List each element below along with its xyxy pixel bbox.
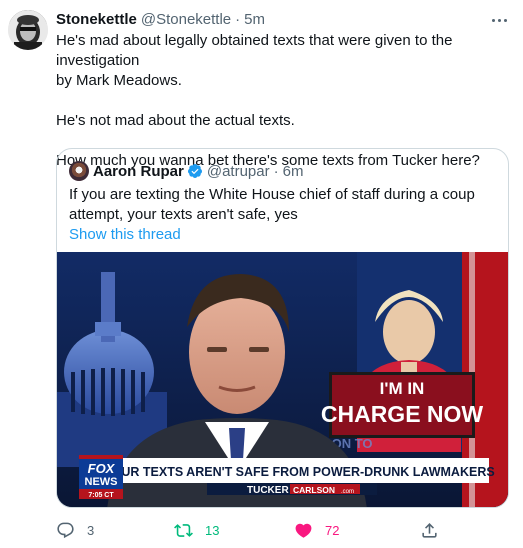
show-thread-link[interactable]: Show this thread xyxy=(69,225,181,245)
tweet-header: Stonekettle @Stonekettle · 5m xyxy=(56,10,509,30)
avatar[interactable] xyxy=(8,10,48,50)
logo-line-2: NEWS xyxy=(85,476,118,488)
reply-icon xyxy=(57,522,74,538)
news-broadcast-image: I'M IN CHARGE NOW LSON TO YOUR TEXTS ARE… xyxy=(57,252,508,507)
verified-badge-icon xyxy=(187,164,202,178)
show-name-domain: .com xyxy=(341,489,354,495)
tweet[interactable]: Stonekettle @Stonekettle · 5m He's mad a… xyxy=(0,0,523,548)
reply-button[interactable]: 3 xyxy=(56,518,94,542)
show-name-part-2: CARLSON xyxy=(293,485,335,495)
logo-time: 7:05 CT xyxy=(88,492,114,499)
quoted-author-name: Aaron Rupar xyxy=(93,162,184,180)
quoted-avatar xyxy=(69,161,89,181)
tweet-actions: 3 13 72 xyxy=(56,518,456,542)
share-button[interactable] xyxy=(420,518,439,542)
quoted-author-handle: @atrupar xyxy=(206,162,270,180)
reply-count: 3 xyxy=(87,522,95,538)
logo-line-1: FOX xyxy=(88,461,116,476)
quoted-time: 6m xyxy=(282,162,304,180)
like-button[interactable]: 72 xyxy=(294,518,339,542)
more-icon[interactable] xyxy=(489,10,509,30)
tweet-time[interactable]: 5m xyxy=(244,10,265,30)
quoted-tweet[interactable]: Aaron Rupar @atrupar · 6m If you are tex… xyxy=(56,148,509,508)
tweet-body: Stonekettle @Stonekettle · 5m He's mad a… xyxy=(56,10,509,508)
heart-icon xyxy=(295,523,312,538)
separator-dot: · xyxy=(235,11,241,28)
video-thumbnail[interactable]: I'M IN CHARGE NOW LSON TO YOUR TEXTS ARE… xyxy=(57,252,508,507)
author-name[interactable]: Stonekettle xyxy=(56,10,137,30)
quoted-separator-dot: · xyxy=(273,162,279,180)
avatar-image xyxy=(8,10,48,50)
quoted-tweet-header: Aaron Rupar @atrupar · 6m xyxy=(69,161,303,181)
retweet-icon xyxy=(174,523,193,537)
retweet-button[interactable]: 13 xyxy=(174,518,219,542)
share-icon xyxy=(422,522,437,538)
like-count: 72 xyxy=(325,522,340,538)
show-name-part-1: TUCKER xyxy=(247,485,289,496)
retweet-count: 13 xyxy=(205,522,220,538)
chyron-text: YOUR TEXTS AREN'T SAFE FROM POWER-DRUNK … xyxy=(103,465,494,479)
banner-line-1: I'M IN xyxy=(380,379,425,398)
banner-line-2: CHARGE NOW xyxy=(321,401,484,427)
author-handle[interactable]: @Stonekettle xyxy=(141,10,231,30)
quoted-tweet-text: If you are texting the White House chief… xyxy=(69,186,475,223)
